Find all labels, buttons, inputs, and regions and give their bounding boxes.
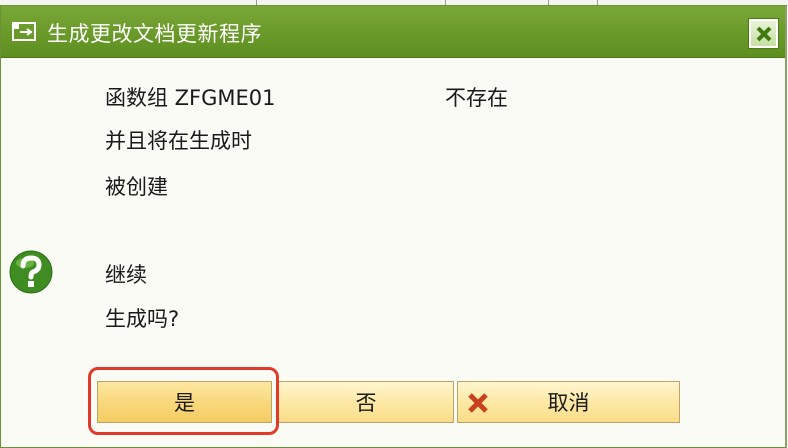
dialog-icon bbox=[11, 20, 39, 44]
message-line-2: 并且将在生成时 bbox=[105, 129, 252, 153]
message-line-4: 继续 bbox=[105, 263, 147, 287]
message-line-1: 函数组 ZFGME01 bbox=[105, 86, 276, 110]
close-icon bbox=[756, 26, 771, 41]
highlight-box bbox=[88, 367, 279, 435]
no-button[interactable]: 否 bbox=[278, 381, 454, 423]
dialog-titlebar[interactable]: 生成更改文档更新程序 bbox=[1, 6, 785, 58]
dialog-title: 生成更改文档更新程序 bbox=[47, 22, 262, 46]
x-icon bbox=[466, 391, 490, 415]
question-icon bbox=[9, 250, 53, 294]
message-line-5: 生成吗? bbox=[105, 307, 180, 331]
no-button-label: 否 bbox=[355, 391, 377, 415]
screen: 生成更改文档更新程序 函数组 ZFGME01 不存在 并且将在生成时 被创建 继… bbox=[0, 0, 788, 448]
close-button[interactable] bbox=[748, 18, 779, 49]
cancel-button[interactable]: 取消 bbox=[457, 381, 680, 423]
cancel-button-label: 取消 bbox=[547, 391, 590, 415]
message-line-1-status: 不存在 bbox=[445, 86, 508, 110]
message-line-3: 被创建 bbox=[105, 175, 168, 199]
